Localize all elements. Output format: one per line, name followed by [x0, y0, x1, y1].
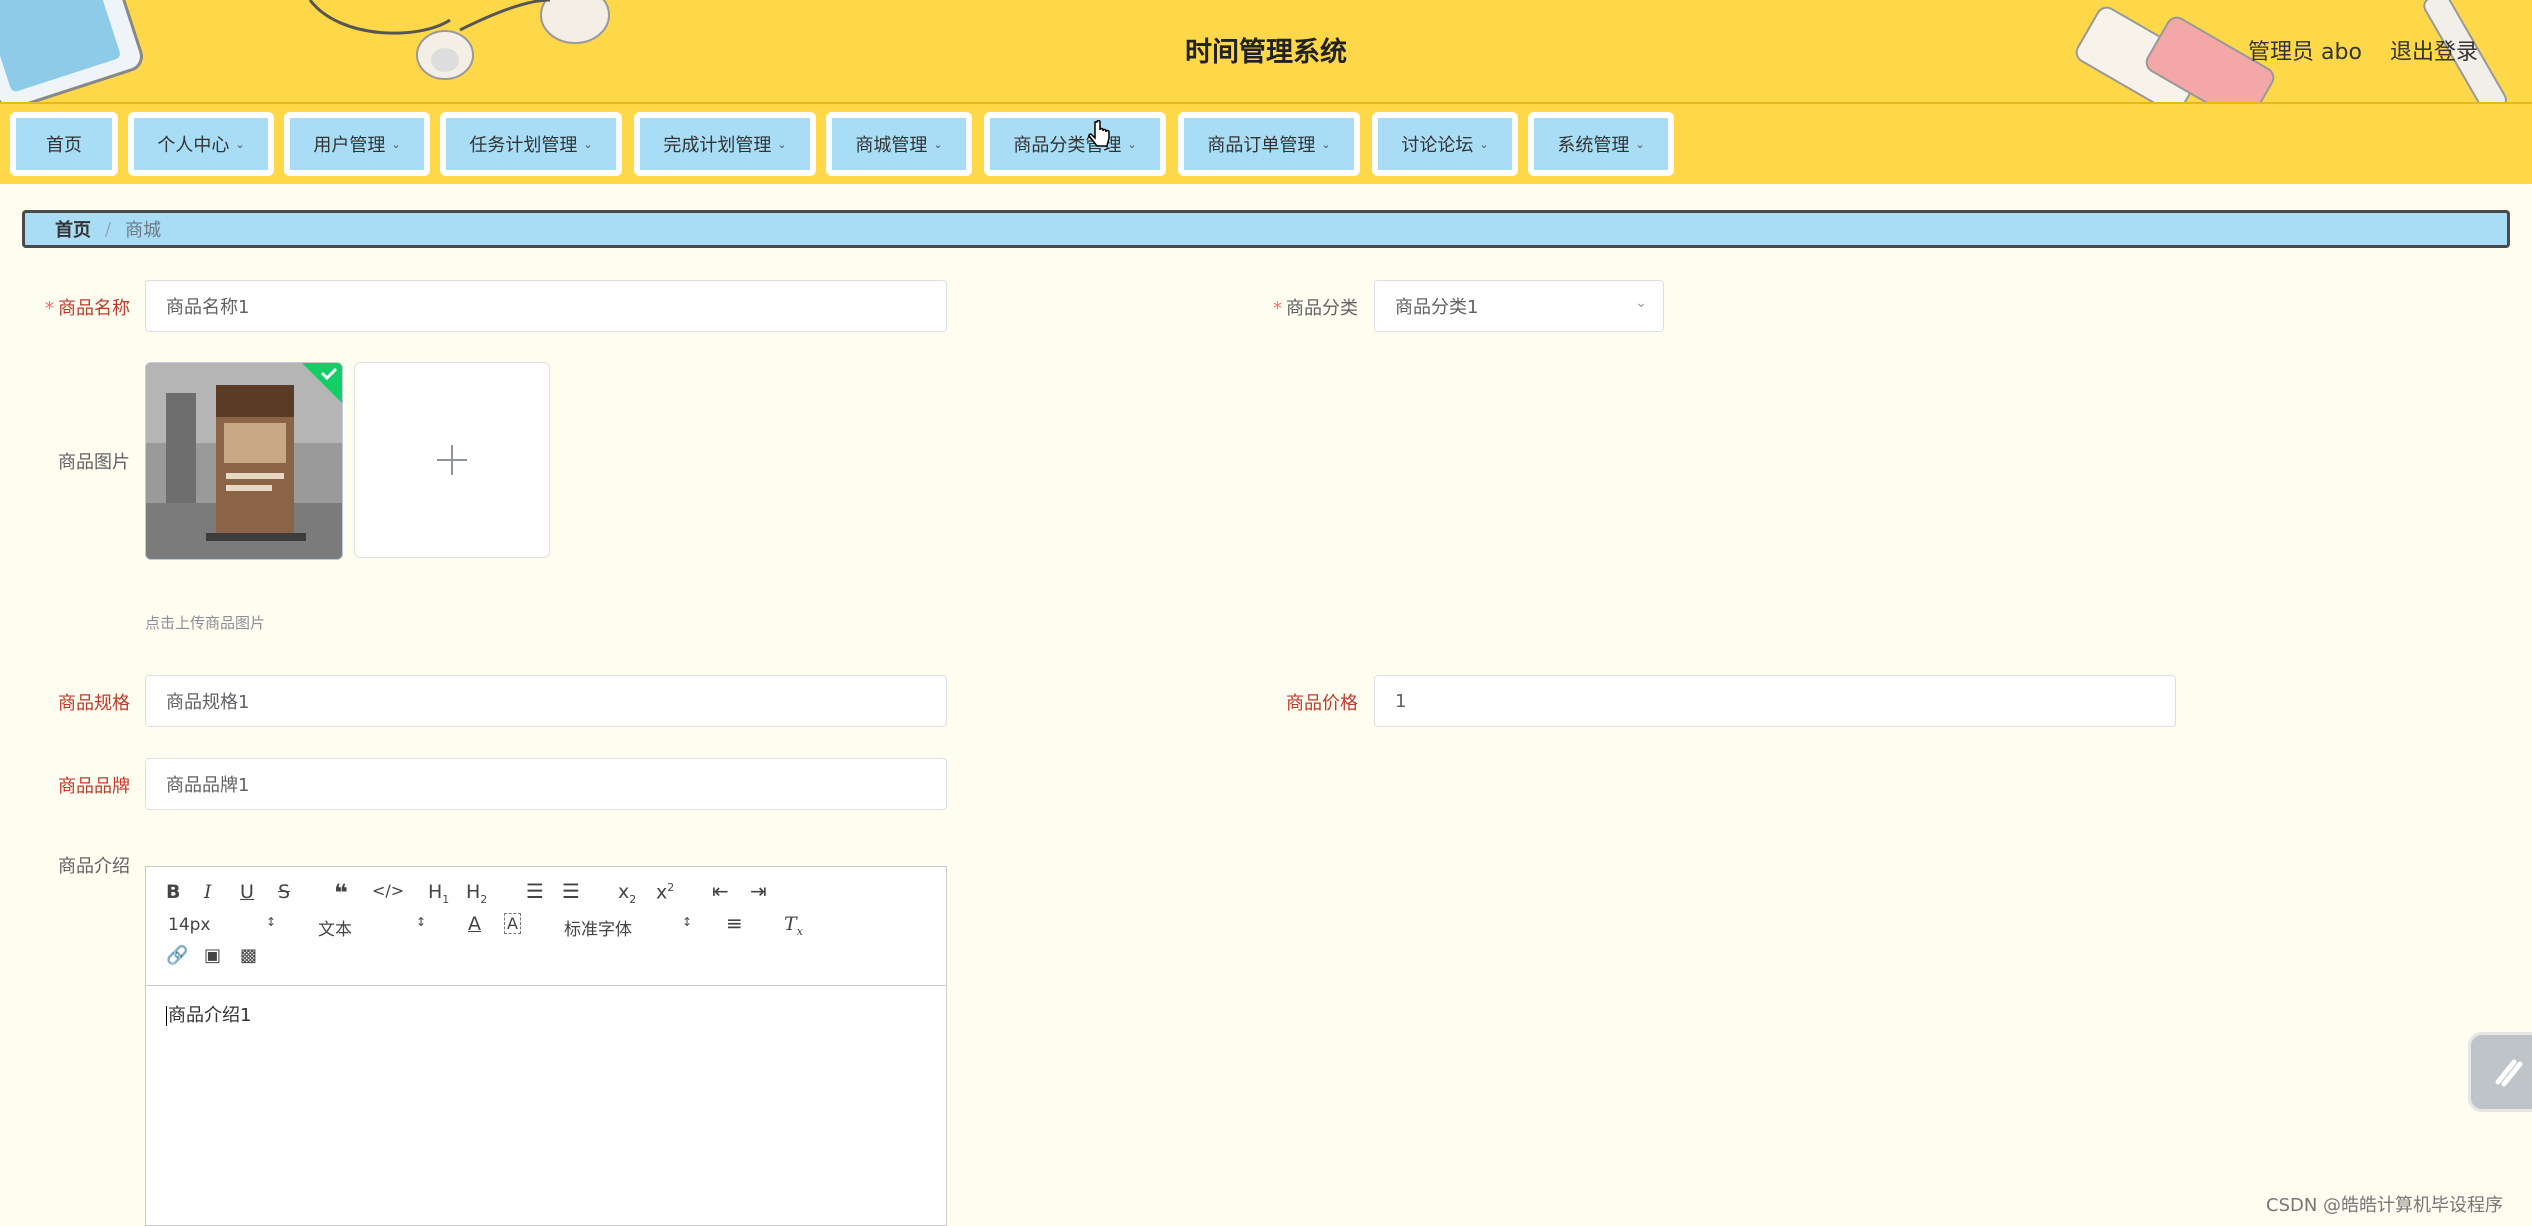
category-select[interactable]: 商品分类1 ⌄	[1374, 280, 1664, 332]
app-title: 时间管理系统	[1185, 37, 1347, 68]
chevron-down-icon: ⌄	[933, 137, 943, 151]
brand-input[interactable]: 商品品牌1	[145, 758, 947, 810]
video-icon[interactable]: ▩	[240, 945, 257, 966]
nav-label: 商品订单管理	[1207, 135, 1316, 156]
nav-item-product-category[interactable]: 商品分类管理 ⌄	[984, 112, 1166, 176]
nav-label: 首页	[46, 135, 82, 156]
nav-item-task-plan[interactable]: 任务计划管理 ⌄	[440, 112, 622, 176]
background-color-button[interactable]: A	[504, 913, 521, 934]
brand-label: 商品品牌	[58, 776, 130, 797]
chevron-down-icon: ⌄	[1635, 295, 1647, 311]
nav-label: 任务计划管理	[469, 135, 578, 156]
spec-label: 商品规格	[58, 693, 130, 714]
bullet-list-button[interactable]: ☰	[562, 879, 580, 903]
nav-item-personal-center[interactable]: 个人中心 ⌄	[128, 112, 274, 176]
header2-button[interactable]: H2	[466, 881, 487, 906]
chevron-down-icon: ⌄	[1479, 137, 1489, 151]
indent-button[interactable]: ⇥	[750, 879, 767, 903]
chevron-down-icon: ⌄	[235, 137, 245, 151]
name-label: * 商品名称	[45, 298, 130, 319]
italic-button[interactable]: I	[204, 881, 212, 903]
nav-item-forum[interactable]: 讨论论坛 ⌄	[1372, 112, 1518, 176]
nav-item-completed-plan[interactable]: 完成计划管理 ⌄	[634, 112, 816, 176]
plus-icon	[437, 445, 467, 475]
chevron-down-icon: ⌄	[777, 137, 787, 151]
font-size-select[interactable]: 14px ↕	[168, 915, 278, 935]
text-caret	[166, 1006, 167, 1026]
outdent-button[interactable]: ⇤	[712, 879, 729, 903]
floating-tool-button[interactable]	[2468, 1032, 2532, 1112]
rich-text-editor: B I U S ❝ </> H1 H2 ☰ ☰ x2 x2 ⇤ ⇥ 14px ↕…	[145, 866, 947, 1226]
clear-format-button[interactable]: Tx	[784, 913, 803, 938]
nav-label: 个人中心	[157, 135, 230, 156]
category-label: * 商品分类	[1273, 298, 1358, 319]
superscript-button[interactable]: x2	[656, 881, 674, 903]
strike-button[interactable]: S	[278, 881, 290, 903]
breadcrumb-current: 商城	[125, 220, 162, 241]
checkmark-icon	[302, 363, 342, 403]
header-select[interactable]: 文本 ↕	[318, 915, 428, 940]
upload-tip: 点击上传商品图片	[145, 614, 266, 632]
name-input[interactable]: 商品名称1	[145, 280, 947, 332]
image-icon[interactable]: ▣	[204, 945, 221, 966]
uploaded-product-image[interactable]	[145, 362, 343, 560]
nav-item-mall[interactable]: 商城管理 ⌄	[826, 112, 972, 176]
font-family-select[interactable]: 标准字体 ↕	[564, 915, 704, 940]
bold-button[interactable]: B	[166, 881, 180, 903]
sort-arrows-icon: ↕	[682, 915, 693, 929]
nav-label: 用户管理	[313, 135, 386, 156]
breadcrumb-separator: /	[105, 218, 112, 240]
hand-pointer-icon	[1088, 120, 1110, 147]
spec-input[interactable]: 商品规格1	[145, 675, 947, 727]
chevron-down-icon: ⌄	[1635, 137, 1645, 151]
chevron-down-icon: ⌄	[1321, 137, 1331, 151]
nav-label: 系统管理	[1557, 135, 1630, 156]
add-image-button[interactable]	[354, 362, 550, 558]
intro-label: 商品介绍	[58, 856, 130, 877]
nav-item-user-management[interactable]: 用户管理 ⌄	[284, 112, 430, 176]
blockquote-button[interactable]: ❝	[334, 879, 348, 907]
chevron-down-icon: ⌄	[391, 137, 401, 151]
nav-label: 讨论论坛	[1401, 135, 1474, 156]
lightning-icon	[2495, 1059, 2523, 1087]
main-nav: 首页 个人中心 ⌄ 用户管理 ⌄ 任务计划管理 ⌄ 完成计划管理 ⌄ 商城管理 ⌄ 商品分…	[0, 104, 2532, 184]
chevron-down-icon: ⌄	[1127, 137, 1137, 151]
nav-item-system[interactable]: 系统管理 ⌄	[1528, 112, 1674, 176]
underline-button[interactable]: U	[240, 881, 254, 903]
image-label: 商品图片	[58, 452, 130, 473]
nav-label: 完成计划管理	[663, 135, 772, 156]
ordered-list-button[interactable]: ☰	[526, 879, 544, 903]
top-header: 时间管理系统 管理员 abo 退出登录	[0, 0, 2532, 104]
chevron-down-icon: ⌄	[583, 137, 593, 151]
link-icon[interactable]: 🔗	[166, 945, 188, 966]
logout-link[interactable]: 退出登录	[2390, 34, 2478, 66]
subscript-button[interactable]: x2	[618, 881, 636, 906]
price-input[interactable]: 1	[1374, 675, 2176, 727]
editor-content[interactable]: 商品介绍1	[166, 1001, 251, 1027]
breadcrumb-home[interactable]: 首页	[55, 216, 91, 242]
code-block-button[interactable]: </>	[372, 881, 404, 900]
watermark: CSDN @皓皓计算机毕设程序	[2266, 1195, 2504, 1216]
nav-item-product-orders[interactable]: 商品订单管理 ⌄	[1178, 112, 1360, 176]
sort-arrows-icon: ↕	[266, 915, 277, 929]
price-label: 商品价格	[1286, 693, 1358, 714]
nav-label: 商城管理	[855, 135, 928, 156]
editor-toolbar: B I U S ❝ </> H1 H2 ☰ ☰ x2 x2 ⇤ ⇥ 14px ↕…	[146, 867, 946, 986]
header1-button[interactable]: H1	[428, 881, 449, 906]
align-button[interactable]: ≡	[726, 911, 743, 935]
font-color-button[interactable]: A	[468, 913, 481, 935]
nav-item-home[interactable]: 首页	[10, 112, 118, 176]
sort-arrows-icon: ↕	[416, 915, 427, 929]
current-user: 管理员 abo	[2248, 40, 2362, 65]
breadcrumb: 首页 / 商城	[22, 210, 2510, 248]
